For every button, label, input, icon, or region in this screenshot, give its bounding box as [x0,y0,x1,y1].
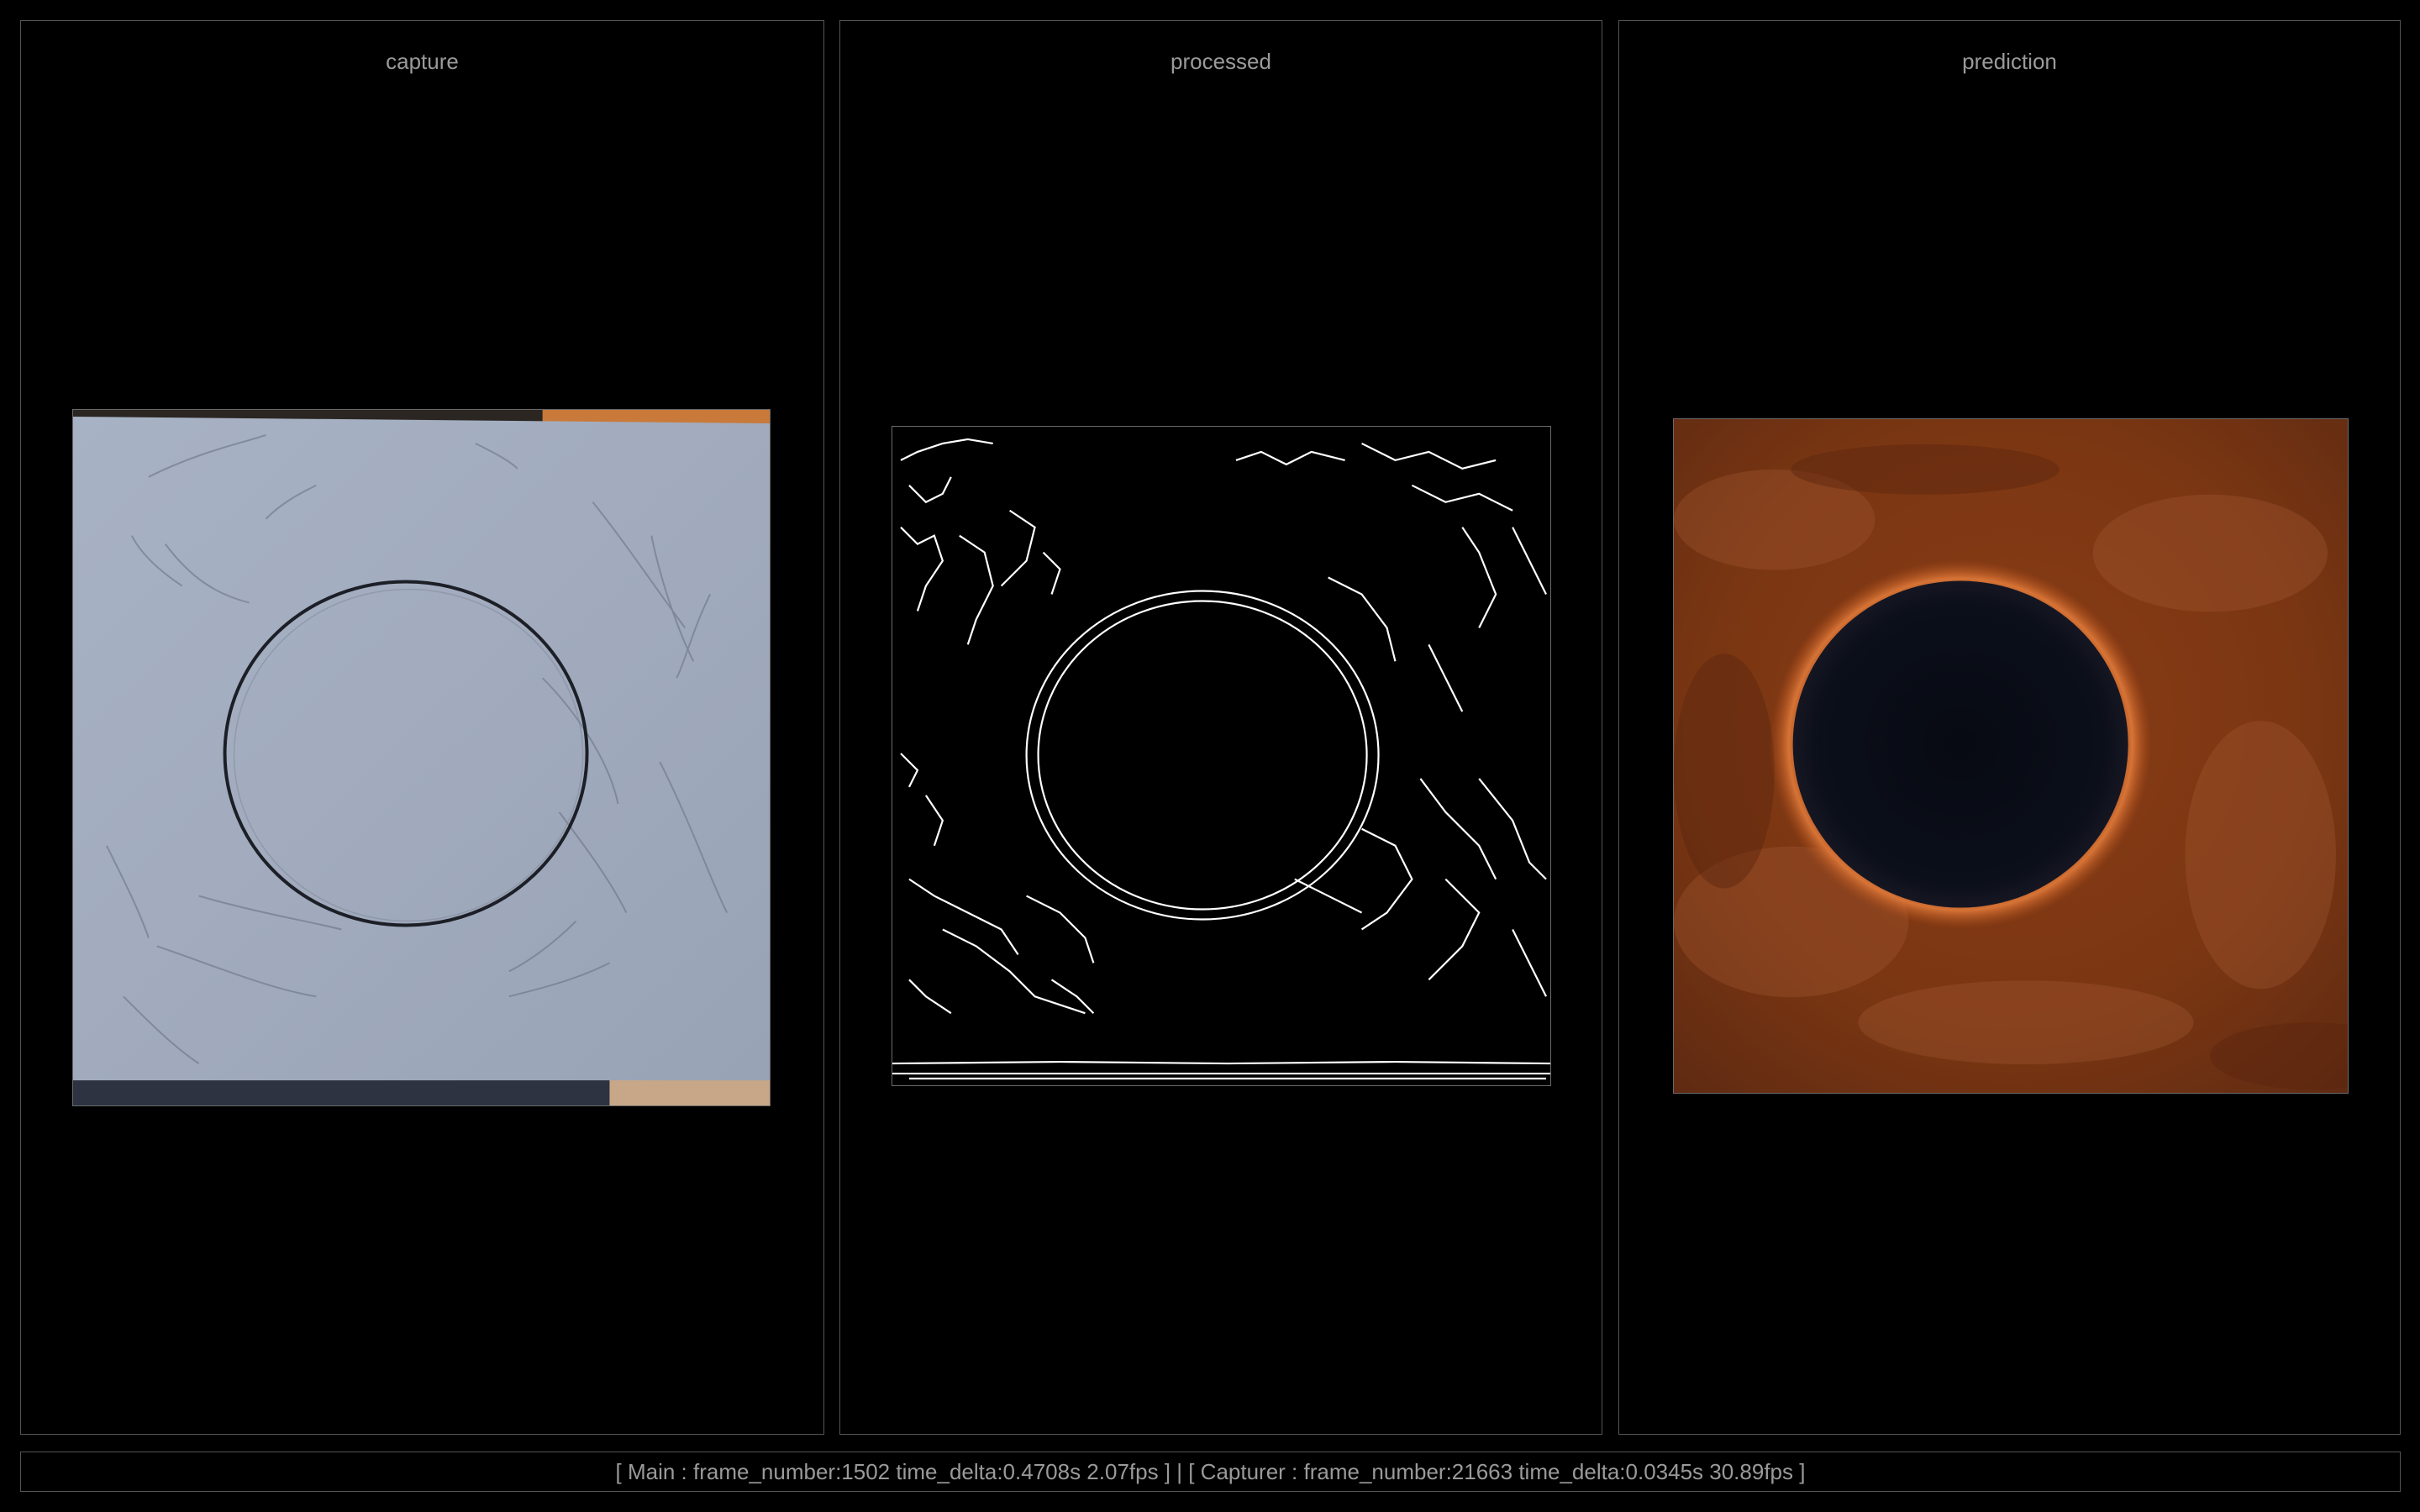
capture-panel: capture [20,20,824,1435]
processed-image [892,426,1551,1086]
prediction-image [1673,418,2349,1094]
prediction-panel: prediction [1618,20,2401,1435]
capture-panel-title: capture [386,49,459,74]
capture-image [72,409,771,1106]
prediction-panel-title: prediction [1962,49,2057,74]
processed-panel-title: processed [1171,49,1271,74]
status-text: [ Main : frame_number:1502 time_delta:0.… [615,1458,1806,1484]
processed-panel: processed [839,20,1602,1435]
status-bar: [ Main : frame_number:1502 time_delta:0.… [20,1452,2401,1492]
